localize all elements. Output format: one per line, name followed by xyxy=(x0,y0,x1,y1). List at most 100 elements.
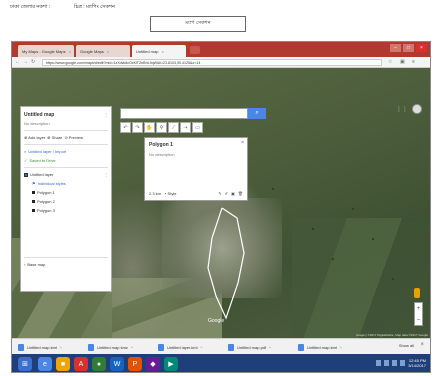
layer-item[interactable]: Polygon 1 xyxy=(24,188,108,197)
pegman-icon[interactable] xyxy=(414,288,420,298)
paint-icon[interactable]: ✎ xyxy=(218,191,221,196)
document-header-right: চিত্র : ম্যাপিং সেকশন xyxy=(74,4,115,10)
start-button[interactable]: ⊞ xyxy=(18,357,32,371)
divider xyxy=(24,130,108,131)
avatar[interactable] xyxy=(412,104,422,114)
chevron-up-icon[interactable]: ^ xyxy=(269,345,271,350)
taskbar-app-icon[interactable]: W xyxy=(110,357,124,371)
show-all-downloads[interactable]: Show all xyxy=(399,343,414,348)
feature-description[interactable]: No description xyxy=(149,152,243,157)
taskbar-app-icon[interactable]: ◆ xyxy=(146,357,160,371)
marker-icon[interactable]: ⚲ xyxy=(156,122,167,133)
forward-icon[interactable]: → xyxy=(23,59,28,65)
zoom-in-button[interactable]: + xyxy=(417,306,421,312)
file-icon xyxy=(298,343,304,351)
extension-icon[interactable]: ▣ xyxy=(400,59,405,65)
url-field[interactable]: https://www.google.com/maps/d/edit?mid=1… xyxy=(42,59,382,66)
layer-header[interactable]: Untitled layer ⋮ xyxy=(24,170,108,179)
zoom-out-button[interactable]: – xyxy=(417,317,420,323)
menu-icon[interactable]: ≡ xyxy=(412,59,415,65)
photo-icon[interactable]: ▣ xyxy=(231,191,235,196)
close-icon[interactable]: × xyxy=(420,342,424,348)
taskbar-app-icon[interactable]: ● xyxy=(92,357,106,371)
base-map-toggle[interactable]: › Base map xyxy=(24,260,108,269)
taskbar-app-icon[interactable]: ■ xyxy=(56,357,70,371)
chevron-up-icon[interactable]: ^ xyxy=(340,345,342,350)
chevron-up-icon[interactable]: ^ xyxy=(200,345,202,350)
star-icon[interactable]: ☆ xyxy=(388,59,392,65)
new-tab-button[interactable] xyxy=(190,46,200,54)
volume-icon[interactable] xyxy=(392,360,398,366)
maximize-icon[interactable]: □ xyxy=(403,44,414,52)
base-map-label: Base map xyxy=(27,262,46,267)
chevron-up-icon[interactable]: ^ xyxy=(131,345,133,350)
minimize-icon[interactable]: – xyxy=(390,44,401,52)
divider xyxy=(24,167,108,168)
style-button[interactable]: ◔ Style xyxy=(164,191,176,196)
download-filename: Untitled map.pdf xyxy=(237,344,267,350)
undo-icon[interactable]: ↶ xyxy=(120,122,131,133)
chevron-up-icon[interactable]: ^ xyxy=(60,345,62,350)
layer-item[interactable]: Polygon 2 xyxy=(24,197,108,206)
tray-icon[interactable] xyxy=(376,360,382,366)
layer-item-label: Polygon 3 xyxy=(37,208,55,213)
tray-icon[interactable] xyxy=(384,360,390,366)
reload-icon[interactable]: ↻ xyxy=(31,59,35,65)
import-link[interactable]: ⌕ Untitled layer / Import xyxy=(24,147,108,156)
download-item[interactable]: Untitled map.kmz ^ xyxy=(88,342,133,352)
popup-actions: ✎ ✐ ▣ 🗑 xyxy=(218,191,243,196)
close-icon[interactable]: × xyxy=(241,140,244,146)
windows-taskbar: ⊞ e ■ A ● W P ◆ ▶ 12:45 PM 3/14/2017 xyxy=(12,354,430,372)
close-icon[interactable]: × xyxy=(69,49,71,54)
tab-my-maps[interactable]: My Maps - Google Maps × xyxy=(18,45,74,57)
download-item[interactable]: Untitled map.kml ^ xyxy=(298,342,342,352)
layer-item[interactable]: Polygon 3 xyxy=(24,206,108,215)
hand-icon[interactable]: ✋ xyxy=(144,122,155,133)
back-icon[interactable]: ← xyxy=(15,59,20,65)
map-description[interactable]: No description xyxy=(24,119,108,128)
more-icon[interactable]: ⋮ xyxy=(104,112,108,117)
clock-date: 3/14/2017 xyxy=(408,363,426,368)
layer-name[interactable]: Untitled layer xyxy=(30,172,53,177)
close-icon[interactable]: × xyxy=(107,49,109,54)
apps-icon[interactable]: ⋮⋮ xyxy=(396,106,408,113)
taskbar-app-icon[interactable]: ▶ xyxy=(164,357,178,371)
map-search-input[interactable] xyxy=(120,108,248,119)
document-header-left: ঢাকা জেলার নকশা : xyxy=(10,4,51,10)
feature-title[interactable]: Polygon 1 xyxy=(149,142,243,148)
map-title[interactable]: Untitled map xyxy=(24,112,54,118)
polygon-icon xyxy=(32,209,35,212)
popup-footer: 2.3 km ◔ Style ✎ ✐ ▣ 🗑 xyxy=(149,191,243,196)
layer-checkbox[interactable] xyxy=(24,172,28,177)
feature-info-popup: × Polygon 1 No description 2.3 km ◔ Styl… xyxy=(144,137,248,201)
system-clock[interactable]: 12:45 PM 3/14/2017 xyxy=(408,358,426,368)
redo-icon[interactable]: ↷ xyxy=(132,122,143,133)
download-item[interactable]: Untitled layer.kml ^ xyxy=(158,342,202,352)
network-icon[interactable] xyxy=(400,360,406,366)
download-item[interactable]: Untitled map.kml ^ xyxy=(18,342,62,352)
window-close-icon[interactable]: × xyxy=(416,44,427,52)
taskbar-app-icon[interactable]: P xyxy=(128,357,142,371)
tab-google-maps[interactable]: Google Maps × xyxy=(76,45,130,57)
individual-styles-link[interactable]: ⚑ Individual styles xyxy=(24,179,108,188)
map-canvas[interactable]: ⌕ ↶ ↷ ✋ ⚲ ⟋ ⇢ ▭ ⋮⋮ Untitled map ⋮ No des… xyxy=(12,68,430,338)
close-icon[interactable]: × xyxy=(161,49,163,54)
address-bar: ← → ↻ https://www.google.com/maps/d/edit… xyxy=(12,57,430,68)
draw-line-icon[interactable]: ⟋ xyxy=(168,122,179,133)
tree-marker xyxy=(392,278,394,280)
taskbar-app-icon[interactable]: e xyxy=(38,357,52,371)
search-button[interactable]: ⌕ xyxy=(248,108,266,119)
edit-icon[interactable]: ✐ xyxy=(225,191,228,196)
tab-label: Google Maps xyxy=(80,48,104,54)
more-icon[interactable]: ⋮ xyxy=(104,172,108,177)
polygon-icon xyxy=(32,191,35,194)
add-layer-button[interactable]: ⊕ Add layer xyxy=(24,135,45,140)
download-item[interactable]: Untitled map.pdf ^ xyxy=(228,342,271,352)
tab-untitled-map[interactable]: Untitled map × xyxy=(132,45,186,57)
ruler-icon[interactable]: ▭ xyxy=(192,122,203,133)
taskbar-app-icon[interactable]: A xyxy=(74,357,88,371)
preview-button[interactable]: ⊙ Preview xyxy=(64,135,83,140)
directions-icon[interactable]: ⇢ xyxy=(180,122,191,133)
delete-icon[interactable]: 🗑 xyxy=(238,191,243,196)
share-button[interactable]: ⊕ Share xyxy=(47,135,62,140)
